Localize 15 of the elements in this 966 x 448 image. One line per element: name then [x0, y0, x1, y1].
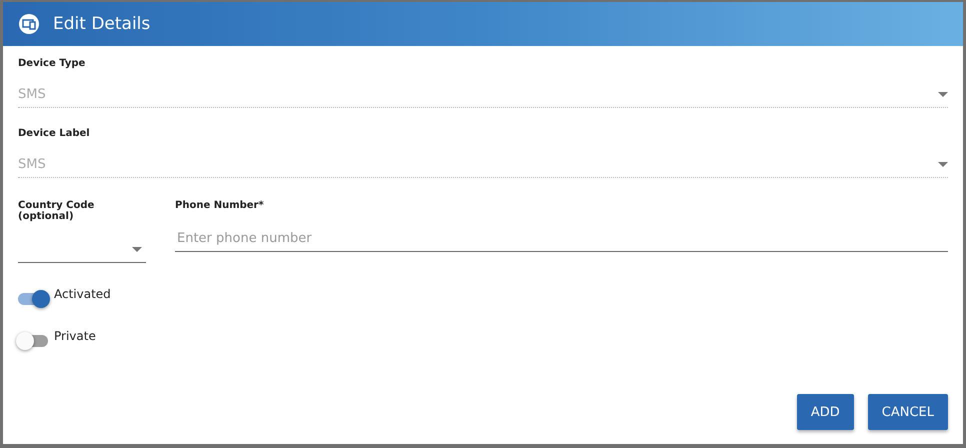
- toggle-label: Activated: [54, 287, 111, 301]
- field-label: Device Label: [18, 128, 91, 139]
- field-label: Device Type: [18, 58, 86, 69]
- toggle-switch[interactable]: [18, 335, 48, 347]
- field-label: Phone Number*: [175, 200, 265, 211]
- add-button[interactable]: ADD: [796, 394, 854, 430]
- caret-icon: [938, 92, 948, 96]
- caret-icon: [938, 162, 948, 166]
- cancel-button[interactable]: CANCEL: [868, 394, 948, 430]
- field-label: Country Code (optional): [18, 200, 96, 222]
- toggle-switch[interactable]: [18, 293, 48, 305]
- toggle-label: Private: [54, 329, 96, 343]
- caret-icon: [132, 246, 142, 252]
- dialog-title: Edit Details: [53, 14, 150, 34]
- devices-icon: [19, 14, 39, 34]
